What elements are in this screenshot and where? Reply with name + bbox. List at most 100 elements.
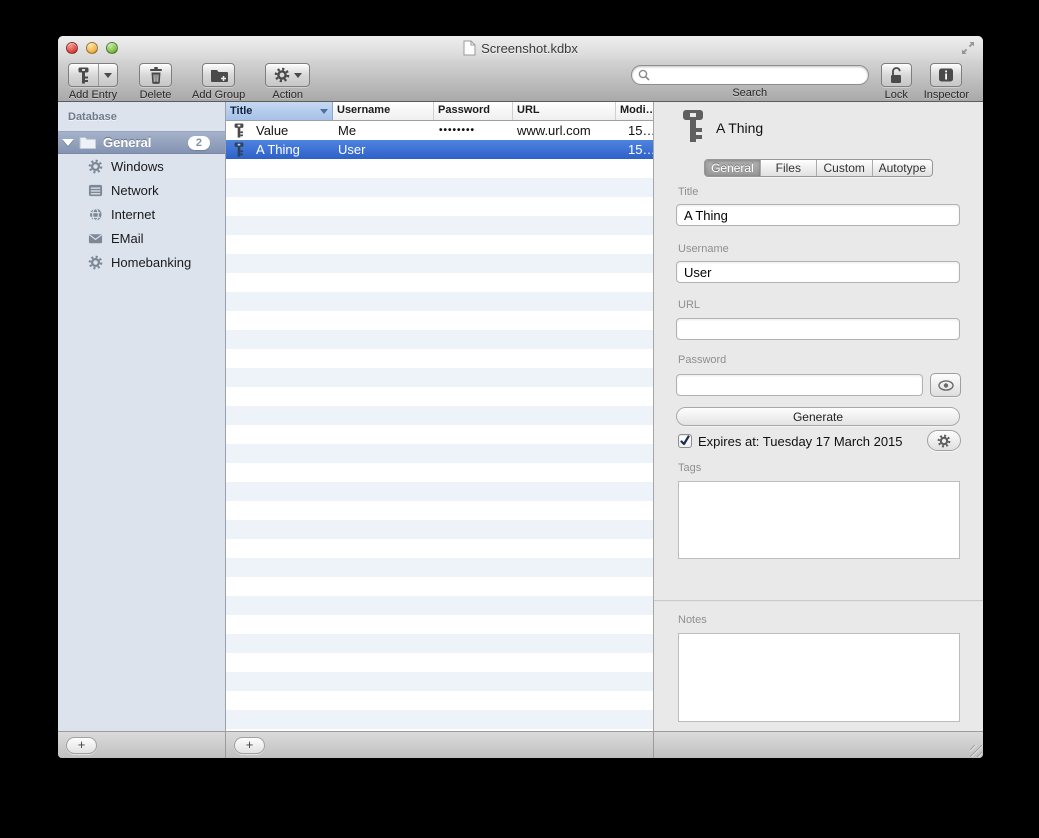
show-password-button[interactable] xyxy=(930,373,961,397)
eye-icon xyxy=(938,380,954,391)
url-label: URL xyxy=(678,299,700,311)
titlebar[interactable]: Screenshot.kdbx xyxy=(58,36,983,60)
password-label: Password xyxy=(678,354,726,366)
add-group-button[interactable] xyxy=(202,63,235,87)
table-row-selected[interactable]: A Thing User 15… xyxy=(226,140,653,159)
notes-field[interactable] xyxy=(678,633,960,722)
generate-button[interactable]: Generate xyxy=(676,407,960,426)
search-icon xyxy=(638,69,650,81)
title-label: Title xyxy=(678,186,698,198)
sidebar-item-email[interactable]: EMail xyxy=(58,226,225,250)
add-group-label: Add Group xyxy=(192,89,245,101)
key-icon xyxy=(78,67,89,84)
entry-rows: Value Me •••••••• www.url.com 15… xyxy=(226,121,653,731)
sidebar-item-label: Windows xyxy=(111,159,164,174)
checkmark-icon xyxy=(679,435,691,447)
sidebar-item-homebanking[interactable]: Homebanking xyxy=(58,250,225,274)
trash-icon xyxy=(149,67,163,84)
window-title: Screenshot.kdbx xyxy=(481,41,578,56)
expires-options-button[interactable] xyxy=(927,430,961,451)
gear-icon xyxy=(937,434,951,448)
entry-password: •••••••• xyxy=(434,125,513,136)
column-header-title[interactable]: Title xyxy=(226,102,333,120)
tab-autotype[interactable]: Autotype xyxy=(872,160,932,176)
sidebar-item-windows[interactable]: Windows xyxy=(58,154,225,178)
entry-table-header: Title Username Password URL Modi… xyxy=(226,102,653,121)
sidebar-item-label: EMail xyxy=(111,231,144,246)
add-entry-dropdown[interactable] xyxy=(98,64,117,86)
entry-modified: 15… xyxy=(616,142,653,157)
inspector-label: Inspector xyxy=(924,89,969,101)
entry-title: Value xyxy=(256,123,288,138)
entry-table: Title Username Password URL Modi… xyxy=(226,102,654,731)
info-icon xyxy=(938,68,954,82)
sidebar-group-general[interactable]: General 2 xyxy=(58,131,225,154)
key-icon xyxy=(234,123,244,138)
inspector-entry-title: A Thing xyxy=(716,120,763,136)
tags-label: Tags xyxy=(678,462,701,474)
globe-icon xyxy=(88,207,103,222)
table-row[interactable]: Value Me •••••••• www.url.com 15… xyxy=(226,121,653,140)
url-field[interactable] xyxy=(676,318,960,340)
search-input[interactable] xyxy=(654,68,862,82)
key-icon xyxy=(234,142,244,157)
column-header-modified[interactable]: Modi… xyxy=(616,102,653,120)
sidebar-item-label: Homebanking xyxy=(111,255,191,270)
sort-descending-icon xyxy=(320,109,328,114)
notes-label: Notes xyxy=(678,614,707,626)
add-entry-plus-button[interactable]: + xyxy=(234,737,265,754)
inspector-button[interactable] xyxy=(930,63,962,87)
add-entry-label: Add Entry xyxy=(69,89,117,101)
chevron-down-icon xyxy=(294,73,302,78)
toolbar: Add Entry xyxy=(58,60,983,102)
disclosure-triangle-icon[interactable] xyxy=(62,139,74,146)
lock-label: Lock xyxy=(885,89,908,101)
search-label: Search xyxy=(732,87,767,99)
expires-label: Expires at: Tuesday 17 March 2015 xyxy=(698,434,903,449)
delete-button[interactable] xyxy=(139,63,172,87)
gear-icon xyxy=(88,159,103,174)
column-header-password[interactable]: Password xyxy=(434,102,513,120)
username-field[interactable] xyxy=(676,261,960,283)
sidebar-item-label: Internet xyxy=(111,207,155,222)
unlock-icon xyxy=(888,67,904,84)
lock-button[interactable] xyxy=(881,63,912,87)
chevron-down-icon xyxy=(104,73,112,78)
sidebar-header: Database xyxy=(58,102,225,123)
inspector-panel: A Thing General Files Custom Autotype Ti… xyxy=(654,102,983,731)
tags-field[interactable] xyxy=(678,481,960,559)
add-entry-button[interactable] xyxy=(68,63,118,87)
key-icon xyxy=(682,108,704,144)
sidebar-item-network[interactable]: Network xyxy=(58,178,225,202)
search-field[interactable] xyxy=(631,65,869,85)
folder-icon xyxy=(79,136,96,149)
tab-custom[interactable]: Custom xyxy=(816,160,872,176)
resize-grip[interactable] xyxy=(970,745,982,757)
entry-username: User xyxy=(333,142,434,157)
app-window: Screenshot.kdbx xyxy=(58,36,983,758)
action-label: Action xyxy=(272,89,303,101)
tab-files[interactable]: Files xyxy=(760,160,816,176)
action-button[interactable] xyxy=(265,63,310,87)
add-group-plus-button[interactable]: + xyxy=(66,737,97,754)
tab-general[interactable]: General xyxy=(705,160,760,176)
gear-icon xyxy=(274,67,290,83)
sidebar-item-label: Network xyxy=(111,183,159,198)
envelope-icon xyxy=(88,231,103,246)
column-header-url[interactable]: URL xyxy=(513,102,616,120)
username-label: Username xyxy=(678,243,729,255)
sidebar-item-internet[interactable]: Internet xyxy=(58,202,225,226)
inspector-tabs: General Files Custom Autotype xyxy=(704,159,933,177)
section-divider xyxy=(654,600,983,602)
entry-url: www.url.com xyxy=(513,123,616,138)
expires-checkbox[interactable] xyxy=(678,434,692,448)
fullscreen-icon[interactable] xyxy=(961,41,975,55)
document-icon xyxy=(463,40,476,56)
column-header-username[interactable]: Username xyxy=(333,102,434,120)
title-field[interactable] xyxy=(676,204,960,226)
entry-title: A Thing xyxy=(256,142,300,157)
bottom-bar: + + xyxy=(58,731,983,758)
folder-plus-icon xyxy=(210,68,228,83)
server-icon xyxy=(88,183,103,198)
password-field[interactable] xyxy=(676,374,923,396)
